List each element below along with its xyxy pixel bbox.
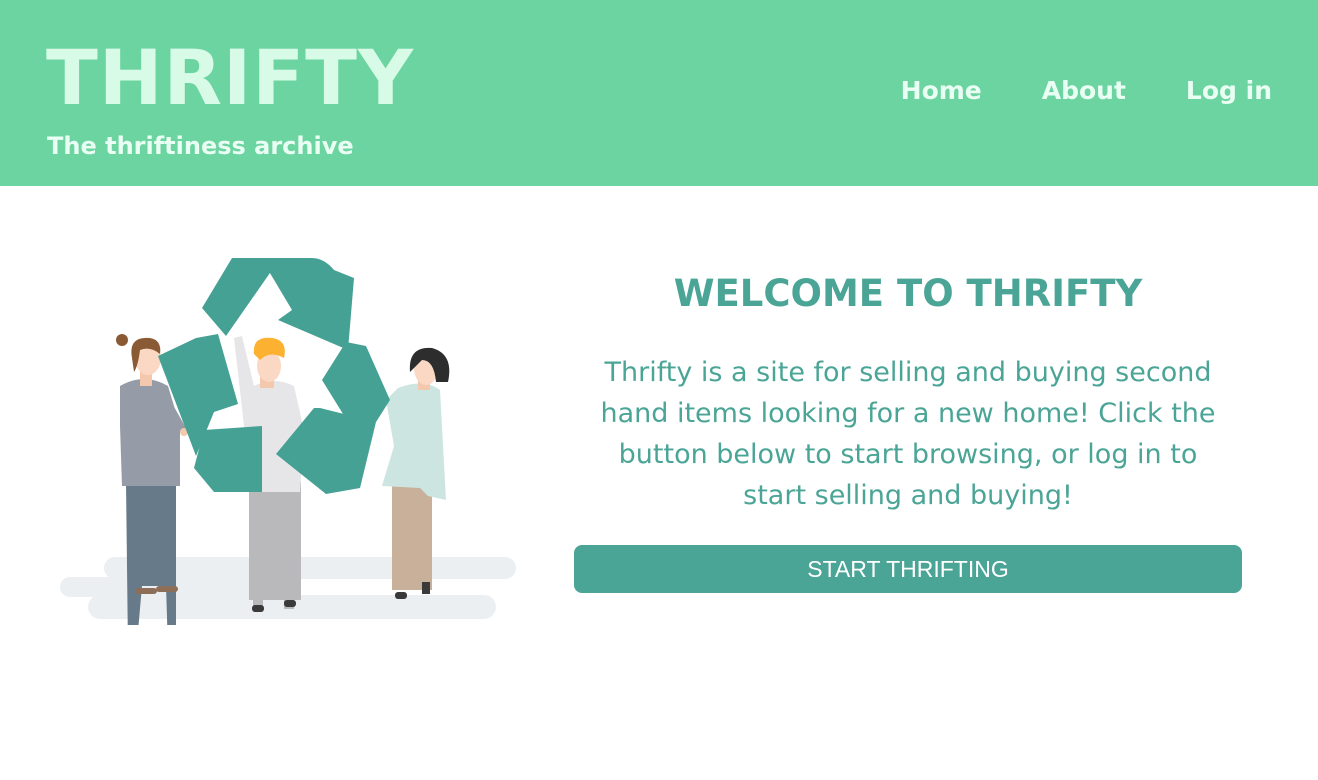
welcome-description: Thrifty is a site for selling and buying… xyxy=(600,357,1216,511)
welcome-heading: WELCOME TO THRIFTY xyxy=(673,272,1143,315)
nav-link-login[interactable]: Log in xyxy=(1186,73,1272,109)
site-title: THRIFTY xyxy=(46,33,415,122)
main-nav: Home About Log in xyxy=(901,73,1272,109)
nav-link-about[interactable]: About xyxy=(1042,73,1126,109)
site-header: THRIFTY The thriftiness archive Home Abo… xyxy=(0,0,1318,186)
welcome-section: WELCOME TO THRIFTY Thrifty is a site for… xyxy=(574,268,1242,516)
site-tagline: The thriftiness archive xyxy=(47,132,354,160)
nav-link-home[interactable]: Home xyxy=(901,73,982,109)
start-thrifting-button[interactable]: START THRIFTING xyxy=(574,545,1242,593)
hero-illustration xyxy=(60,258,516,625)
